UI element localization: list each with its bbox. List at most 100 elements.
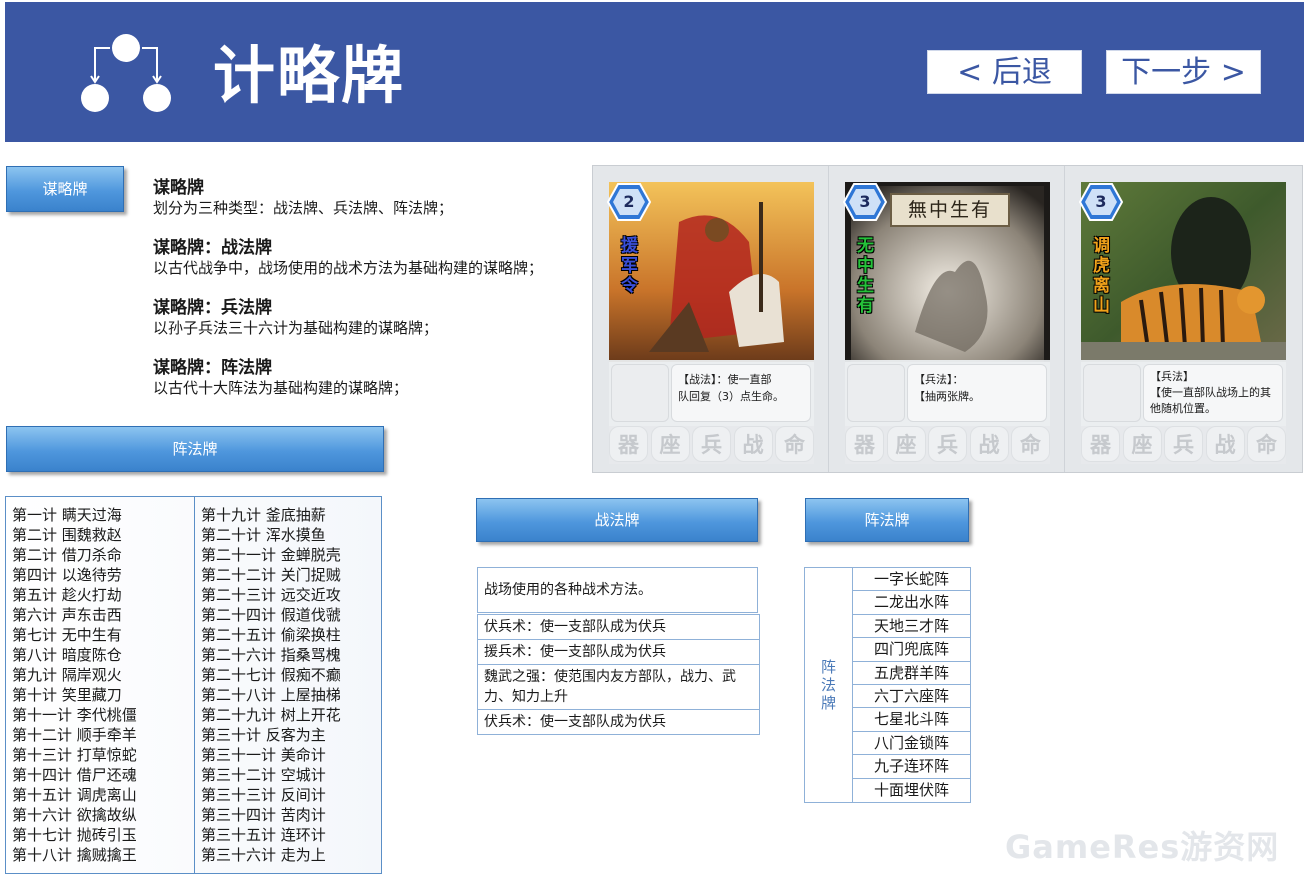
strategy-item[interactable]: 第十二计 顺手牵羊 [12,725,137,745]
intro-block: 谋略牌：战法牌 以古代战争中，战场使用的战术方法为基础构建的谋略牌； [153,238,583,278]
card-attribute-row: 器 座 兵 战 命 [845,426,1050,464]
intro-body: 以孙子兵法三十六计为基础构建的谋略牌； [153,319,439,337]
strategy-item[interactable]: 第三十六计 走为上 [201,845,341,865]
card-lure-tiger[interactable]: 3 调虎离山 【兵法】 【使一直部队战场上的其他随机位置。 器 座 兵 战 命 [1078,182,1286,464]
card-something-from-nothing[interactable]: 無中生有 3 无中生有 【兵法】： 【抽两张牌。 器 座 兵 战 命 [842,182,1050,464]
attribute-slot: 座 [886,426,926,462]
strategy-item[interactable]: 第二计 借刀杀命 [12,545,137,565]
tactic-row[interactable]: 魏武之强：使范围内友方部队，战力、武力、知力上升 [477,665,760,710]
strategy-item[interactable]: 第九计 隔岸观火 [12,665,137,685]
formation-item[interactable]: 六丁六座阵 [852,684,970,709]
attribute-slot: 器 [845,426,884,462]
strategy-item[interactable]: 第二十六计 指桑骂槐 [201,645,341,665]
formation-item[interactable]: 四门兜底阵 [852,638,970,662]
strategy-item[interactable]: 第六计 声东击西 [12,605,137,625]
attribute-slot: 命 [775,426,814,462]
strategy-item[interactable]: 第三十五计 连环计 [201,825,341,845]
strategy-item[interactable]: 第十四计 借尸还魂 [12,765,137,785]
intro-block: 谋略牌：兵法牌 以孙子兵法三十六计为基础构建的谋略牌； [153,298,583,338]
attribute-slot: 兵 [1164,426,1203,462]
attribute-slot: 座 [1122,426,1162,462]
strategy-item[interactable]: 第二十四计 假道伐虢 [201,605,341,625]
strategy-item[interactable]: 第十六计 欲擒故纵 [12,805,137,825]
strategy-item[interactable]: 第二十七计 假痴不癫 [201,665,341,685]
strategy-item[interactable]: 第三十三计 反间计 [201,785,341,805]
formation-table-label: 阵法牌 [805,568,852,802]
strategy-item[interactable]: 第八计 暗度陈仓 [12,645,137,665]
intro-block: 谋略牌 划分为三种类型：战法牌、兵法牌、阵法牌； [153,178,583,218]
strategy-item[interactable]: 第三十四计 苦肉计 [201,805,341,825]
card-reinforcement[interactable]: 2 援军令 【战法】：使一直部 队回复（3）点生命。 器 座 兵 战 命 [606,182,814,464]
strategy-item[interactable]: 第三十二计 空城计 [201,765,341,785]
intro-heading: 谋略牌：战法牌 [153,238,272,258]
strategy-item[interactable]: 第十计 笑里藏刀 [12,685,137,705]
card-desc-line: 【兵法】： [914,373,964,386]
formation-item[interactable]: 一字长蛇阵 [852,568,970,592]
formation-item[interactable]: 七星北斗阵 [852,708,970,732]
strategy-item[interactable]: 第二十一计 金蝉脱壳 [201,545,341,565]
card-preview-panel: 2 援军令 【战法】：使一直部 队回复（3）点生命。 器 座 兵 战 命 無中生… [592,165,1303,473]
strategy-item[interactable]: 第三十计 反客为主 [201,725,341,745]
strategies-list: 第一计 瞒天过海 第二计 围魏救赵 第二计 借刀杀命 第四计 以逸待劳 第五计 趁火打劫… [5,496,382,874]
hexagon-icon: 3 [842,182,888,222]
card-cost: 3 [859,192,871,211]
card-slot: 2 援军令 【战法】：使一直部 队回复（3）点生命。 器 座 兵 战 命 [593,166,829,472]
tactic-row[interactable]: 援兵术：使一支部队成为伏兵 [477,640,760,665]
formation-card-tag-large[interactable]: 阵法牌 [6,426,384,472]
card-name: 无中生有 [857,236,874,316]
card-desc-icon-slot [847,364,905,422]
card-description: 【战法】：使一直部 队回复（3）点生命。 [671,364,811,422]
strategies-column-left: 第一计 瞒天过海 第二计 围魏救赵 第二计 借刀杀命 第四计 以逸待劳 第五计 趁火打劫… [12,505,137,865]
card-cost: 2 [623,192,635,211]
strategy-item[interactable]: 第十八计 擒贼擒王 [12,845,137,865]
strategy-item[interactable]: 第二十五计 偷梁换柱 [201,625,341,645]
card-desc-line: 【兵法】 [1150,370,1194,383]
strategy-item[interactable]: 第十七计 抛砖引玉 [12,825,137,845]
attribute-slot: 命 [1011,426,1050,462]
tactic-row[interactable]: 伏兵术：使一支部队成为伏兵 [477,614,760,640]
formation-item[interactable]: 九子连环阵 [852,755,970,779]
formation-card-tag[interactable]: 阵法牌 [805,498,969,542]
strategy-item[interactable]: 第二十九计 树上开花 [201,705,341,725]
strategy-item[interactable]: 第十一计 李代桃僵 [12,705,137,725]
list-divider [194,497,195,873]
formation-item[interactable]: 十面埋伏阵 [852,778,970,802]
intro-body: 以古代十大阵法为基础构建的谋略牌； [153,379,409,397]
formation-item[interactable]: 八门金锁阵 [852,731,970,756]
strategy-item[interactable]: 第五计 趁火打劫 [12,585,137,605]
card-art-caption: 無中生有 [907,199,992,221]
intro-block: 谋略牌：阵法牌 以古代十大阵法为基础构建的谋略牌； [153,358,583,398]
card-description-area: 【兵法】 【使一直部队战场上的其他随机位置。 [1081,360,1286,426]
tactic-row[interactable]: 伏兵术：使一支部队成为伏兵 [477,710,760,735]
strategy-item[interactable]: 第三十一计 美命计 [201,745,341,765]
next-button[interactable]: 下一步 > [1106,50,1261,94]
strategy-item[interactable]: 第二十计 浑水摸鱼 [201,525,341,545]
tactic-list: 战场使用的各种战术方法。 伏兵术：使一支部队成为伏兵 援兵术：使一支部队成为伏兵… [477,567,760,735]
strategy-item[interactable]: 第二十三计 远交近攻 [201,585,341,605]
strategy-item[interactable]: 第十三计 打草惊蛇 [12,745,137,765]
tactic-description: 战场使用的各种战术方法。 [477,567,758,613]
card-slot: 無中生有 3 无中生有 【兵法】： 【抽两张牌。 器 座 兵 战 命 [829,166,1065,472]
strategy-item[interactable]: 第七计 无中生有 [12,625,137,645]
intro-body: 划分为三种类型：战法牌、兵法牌、阵法牌； [153,199,454,217]
strategy-card-tag[interactable]: 谋略牌 [6,166,124,212]
intro-heading: 谋略牌：兵法牌 [153,298,272,318]
card-name: 调虎离山 [1093,236,1110,316]
formation-item[interactable]: 五虎群羊阵 [852,661,970,685]
strategies-column-right: 第十九计 釜底抽薪 第二十计 浑水摸鱼 第二十一计 金蝉脱壳 第二十二计 关门捉贼 第二… [201,505,341,865]
strategy-item[interactable]: 第十九计 釜底抽薪 [201,505,341,525]
strategy-item[interactable]: 第四计 以逸待劳 [12,565,137,585]
card-desc-icon-slot [1083,364,1141,422]
formation-item[interactable]: 天地三才阵 [852,614,970,639]
formation-item[interactable]: 二龙出水阵 [852,591,970,615]
strategy-item[interactable]: 第十五计 调虎离山 [12,785,137,805]
card-desc-line: 【抽两张牌。 [914,390,980,403]
strategy-item[interactable]: 第二十八计 上屋抽梯 [201,685,341,705]
tactic-card-tag[interactable]: 战法牌 [476,498,758,542]
card-description-area: 【兵法】： 【抽两张牌。 [845,360,1050,426]
strategy-item[interactable]: 第二十二计 关门捉贼 [201,565,341,585]
strategy-item[interactable]: 第二计 围魏救赵 [12,525,137,545]
attribute-slot: 兵 [692,426,731,462]
back-button[interactable]: < 后退 [927,50,1082,94]
strategy-item[interactable]: 第一计 瞒天过海 [12,505,137,525]
